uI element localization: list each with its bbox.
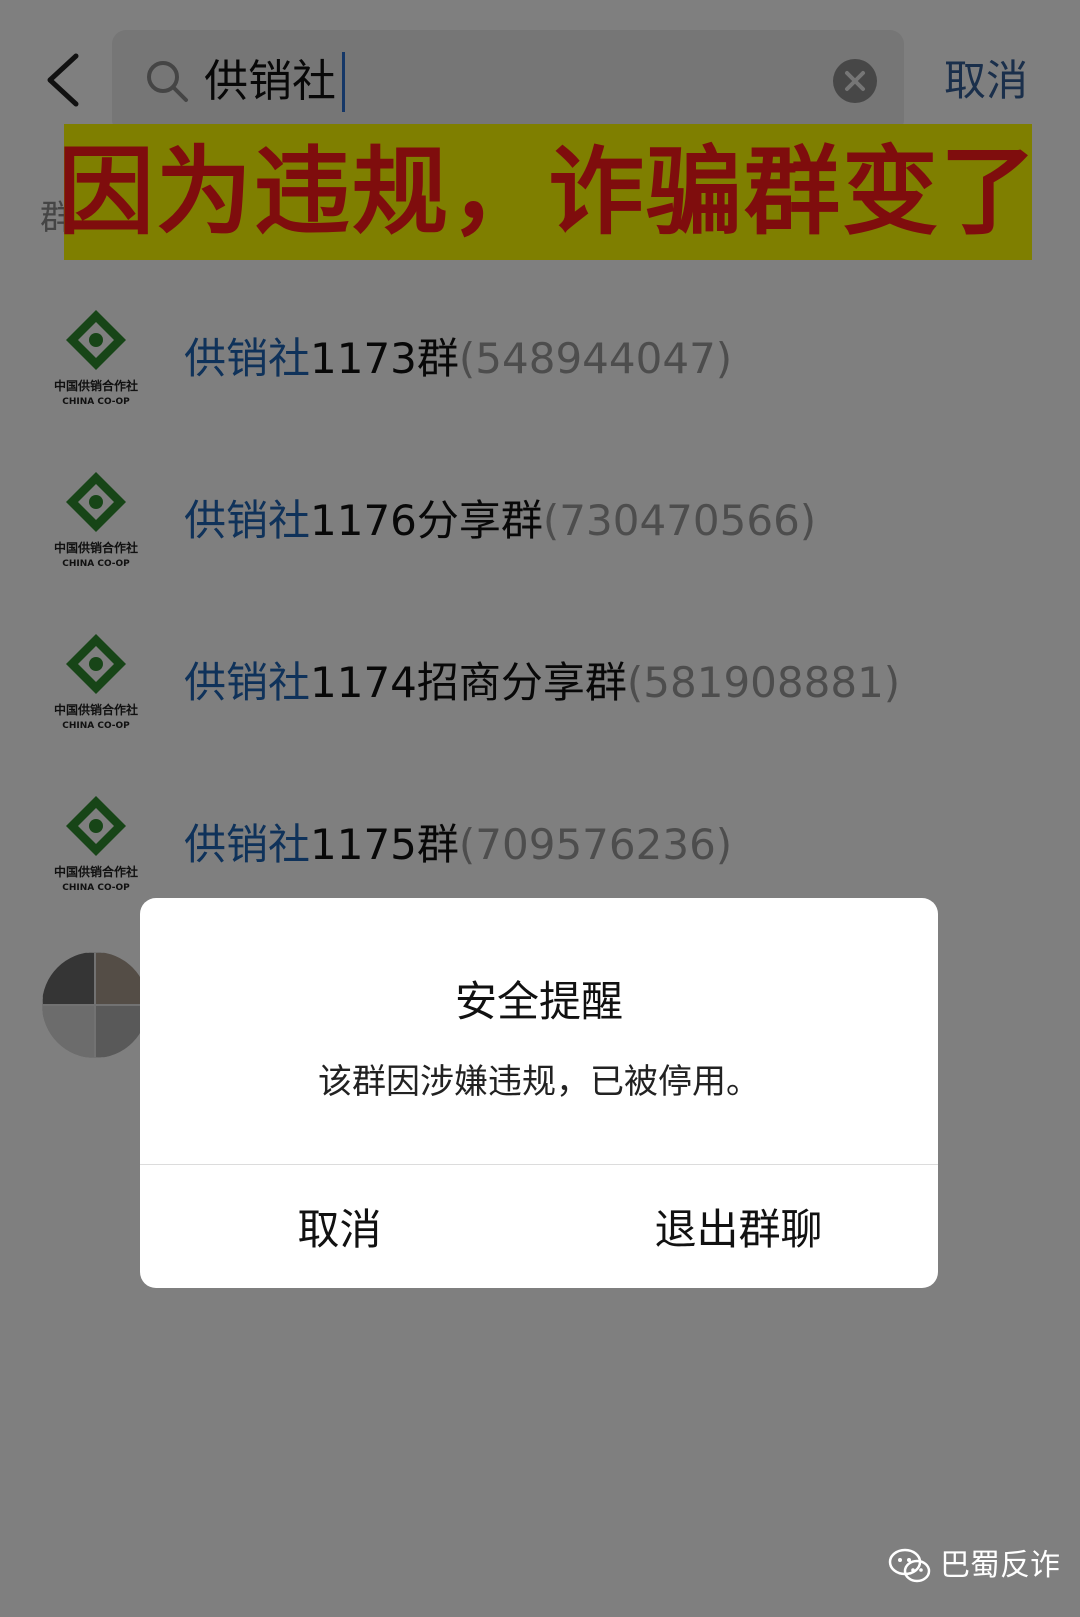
- watermark: 巴蜀反诈: [888, 1546, 1060, 1586]
- watermark-text: 巴蜀反诈: [940, 1548, 1060, 1583]
- dialog-title: 安全提醒: [454, 977, 623, 1026]
- modal-overlay[interactable]: [0, 0, 1080, 1617]
- dialog-message: 该群因涉嫌违规，已被停用。: [318, 1062, 760, 1102]
- security-alert-dialog: 安全提醒 该群因涉嫌违规，已被停用。 取消 退出群聊: [140, 898, 938, 1288]
- exit-group-button[interactable]: 退出群聊: [539, 1165, 938, 1288]
- wechat-icon: [888, 1548, 931, 1583]
- dialog-cancel-button[interactable]: 取消: [140, 1165, 539, 1288]
